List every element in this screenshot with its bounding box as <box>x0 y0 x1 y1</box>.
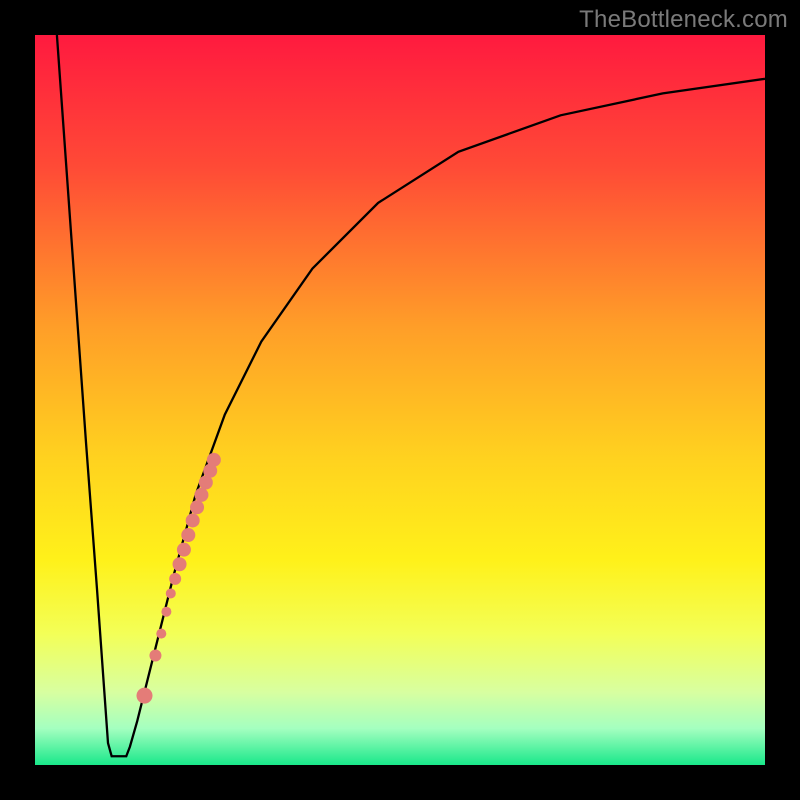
marker-dot <box>181 528 195 542</box>
marker-dot <box>207 453 221 467</box>
marker-dot <box>190 500 204 514</box>
marker-dot <box>156 629 166 639</box>
watermark-text: TheBottleneck.com <box>579 6 788 34</box>
dots-layer <box>136 453 220 704</box>
marker-dot <box>194 488 208 502</box>
bottleneck-curve <box>57 35 765 756</box>
marker-dot <box>136 688 152 704</box>
outer-frame: TheBottleneck.com <box>0 0 800 800</box>
plot-area <box>35 35 765 765</box>
marker-dot <box>166 588 176 598</box>
marker-dot <box>161 607 171 617</box>
curve-layer <box>57 35 765 756</box>
chart-svg <box>35 35 765 765</box>
marker-dot <box>186 513 200 527</box>
marker-dot <box>149 649 161 661</box>
marker-dot <box>177 543 191 557</box>
marker-dot <box>169 573 181 585</box>
marker-dot <box>173 557 187 571</box>
